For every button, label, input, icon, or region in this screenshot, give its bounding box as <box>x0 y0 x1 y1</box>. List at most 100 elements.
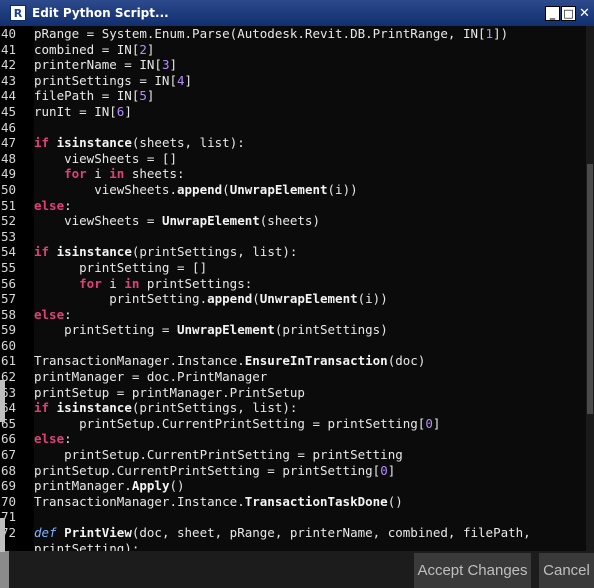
cancel-button[interactable]: Cancel <box>539 553 594 588</box>
code-line[interactable]: 55 printSetting = [] <box>0 260 580 276</box>
code-token: : <box>64 431 72 447</box>
code-line[interactable]: 44 filePath = IN[5] <box>0 88 580 104</box>
code-editor[interactable]: 40 pRange = System.Enum.Parse(Autodesk.Re… <box>0 26 594 551</box>
code-line[interactable]: 60 <box>0 338 580 354</box>
code-line[interactable]: 67 printSetup.CurrentPrintSetting = prin… <box>0 447 580 463</box>
code-token: (printSettings) <box>274 322 388 338</box>
line-number: 42 <box>1 57 17 73</box>
code-token: UnwrapElement <box>259 291 358 307</box>
code-token: Apply <box>131 478 170 494</box>
line-number: 67 <box>1 447 17 463</box>
line-number: 61 <box>1 353 17 369</box>
code-line[interactable]: 51 else: <box>0 198 580 214</box>
code-token: printSetting = [] <box>34 259 208 275</box>
code-line[interactable]: 47 if isinstance(sheets, list): <box>0 135 580 151</box>
line-number: 62 <box>1 369 17 385</box>
code-token: ( <box>222 181 230 197</box>
code-token: else <box>34 197 65 213</box>
code-token: filePath = IN[ <box>34 88 140 104</box>
code-token: ] <box>387 462 396 478</box>
line-number <box>0 541 34 551</box>
close-icon[interactable]: ✕ <box>577 6 592 21</box>
line-number: 70 <box>1 493 17 509</box>
code-text: else: <box>34 431 72 447</box>
code-token: def <box>34 525 57 540</box>
line-number: 54 <box>1 244 17 260</box>
code-token: ]) <box>493 26 509 41</box>
code-line[interactable]: 54 if isinstance(printSettings, list): <box>0 244 580 260</box>
code-text: TransactionManager.Instance.TransactionT… <box>34 494 403 510</box>
accept-changes-button[interactable]: Accept Changes <box>414 553 531 588</box>
code-line[interactable]: 70 TransactionManager.Instance.Transactio… <box>0 494 580 510</box>
code-token: printManager. <box>34 478 132 494</box>
code-line[interactable]: 46 <box>0 120 580 136</box>
code-line[interactable]: 49 for i in sheets: <box>0 166 580 182</box>
code-line[interactable]: printSetting): <box>0 541 580 551</box>
code-line[interactable]: 43 printSettings = IN[4] <box>0 73 580 89</box>
code-line[interactable]: 68 printSetup.CurrentPrintSetting = print… <box>0 463 580 479</box>
code-line[interactable]: 63 printSetup = printManager.PrintSetup <box>0 385 580 401</box>
minimize-icon[interactable]: _ <box>545 6 560 21</box>
window-title: Edit Python Script... <box>32 6 169 20</box>
line-number: 60 <box>1 337 17 353</box>
code-text: printSettings = IN[4] <box>34 73 192 89</box>
code-token: if <box>34 400 50 416</box>
code-line[interactable]: 71 <box>0 509 580 525</box>
code-token: (sheets, list): <box>131 135 245 151</box>
code-token: ] <box>432 415 441 431</box>
line-number: 52 <box>1 213 17 229</box>
code-token: (doc) <box>387 353 426 369</box>
code-line[interactable]: 50 viewSheets.append(UnwrapElement(i)) <box>0 182 580 198</box>
code-line[interactable]: 56 for i in printSettings: <box>0 276 580 292</box>
code-token: printSetup.CurrentPrintSetting = printSe… <box>34 415 426 431</box>
code-text: for i in sheets: <box>34 166 184 182</box>
code-text: pRange = System.Enum.Parse(Autodesk.Revi… <box>34 26 508 42</box>
code-text: printSetup = printManager.PrintSetup <box>34 385 305 401</box>
code-token: EnsureInTransaction <box>244 353 388 369</box>
code-token: if <box>34 244 50 260</box>
code-token: if <box>34 135 50 151</box>
code-line[interactable]: 58 else: <box>0 307 580 323</box>
code-text: printSetting = [] <box>34 260 207 276</box>
code-line[interactable]: 42 printerName = IN[3] <box>0 57 580 73</box>
line-number: 64 <box>1 400 17 416</box>
code-token: (doc, sheet, pRange, printerName, combin… <box>131 525 531 540</box>
vertical-scrollbar[interactable] <box>586 26 594 551</box>
code-token: 0 <box>380 462 388 478</box>
code-line[interactable]: 41 combined = IN[2] <box>0 42 580 58</box>
code-line[interactable]: 53 <box>0 229 580 245</box>
code-line[interactable]: 45 runIt = IN[6] <box>0 104 580 120</box>
code-line[interactable]: 48 viewSheets = [] <box>0 151 580 167</box>
line-number: 65 <box>1 415 17 431</box>
code-token: isinstance <box>56 400 132 416</box>
footer-left-edge <box>0 551 9 588</box>
code-line[interactable]: 69 printManager.Apply() <box>0 478 580 494</box>
code-token: TransactionManager.Instance. <box>34 493 245 509</box>
code-token: (i)) <box>357 291 388 307</box>
code-line[interactable]: 65 printSetup.CurrentPrintSetting = prin… <box>0 416 580 432</box>
code-token: 1 <box>485 26 494 41</box>
line-number: 50 <box>1 181 17 197</box>
code-line[interactable]: 66 else: <box>0 431 580 447</box>
code-lines[interactable]: 40 pRange = System.Enum.Parse(Autodesk.Re… <box>0 26 580 551</box>
line-number: 53 <box>1 228 17 244</box>
scrollbar-thumb[interactable] <box>587 164 593 414</box>
code-line[interactable]: 57 printSetting.append(UnwrapElement(i)) <box>0 291 580 307</box>
line-number: 46 <box>1 119 17 135</box>
code-line[interactable]: 61 TransactionManager.Instance.EnsureInTr… <box>0 353 580 369</box>
code-text: for i in printSettings: <box>34 276 252 292</box>
maximize-icon[interactable]: □ <box>561 6 576 21</box>
code-token: (i)) <box>327 181 358 197</box>
code-token: viewSheets = [] <box>34 150 177 166</box>
code-line[interactable]: 59 printSetting = UnwrapElement(printSet… <box>0 322 580 338</box>
code-line[interactable]: 72 def PrintView(doc, sheet, pRange, prin… <box>0 525 580 541</box>
code-line[interactable]: 40 pRange = System.Enum.Parse(Autodesk.Re… <box>0 26 580 42</box>
code-line[interactable]: 64 if isinstance(printSettings, list): <box>0 400 580 416</box>
revit-app-icon: R <box>10 5 26 21</box>
code-line[interactable]: 52 viewSheets = UnwrapElement(sheets) <box>0 213 580 229</box>
code-token: ( <box>252 291 260 307</box>
code-token: 5 <box>139 88 147 104</box>
title-bar[interactable]: R Edit Python Script... _ □ ✕ <box>0 0 594 27</box>
code-line[interactable]: 62 printManager = doc.PrintManager <box>0 369 580 385</box>
